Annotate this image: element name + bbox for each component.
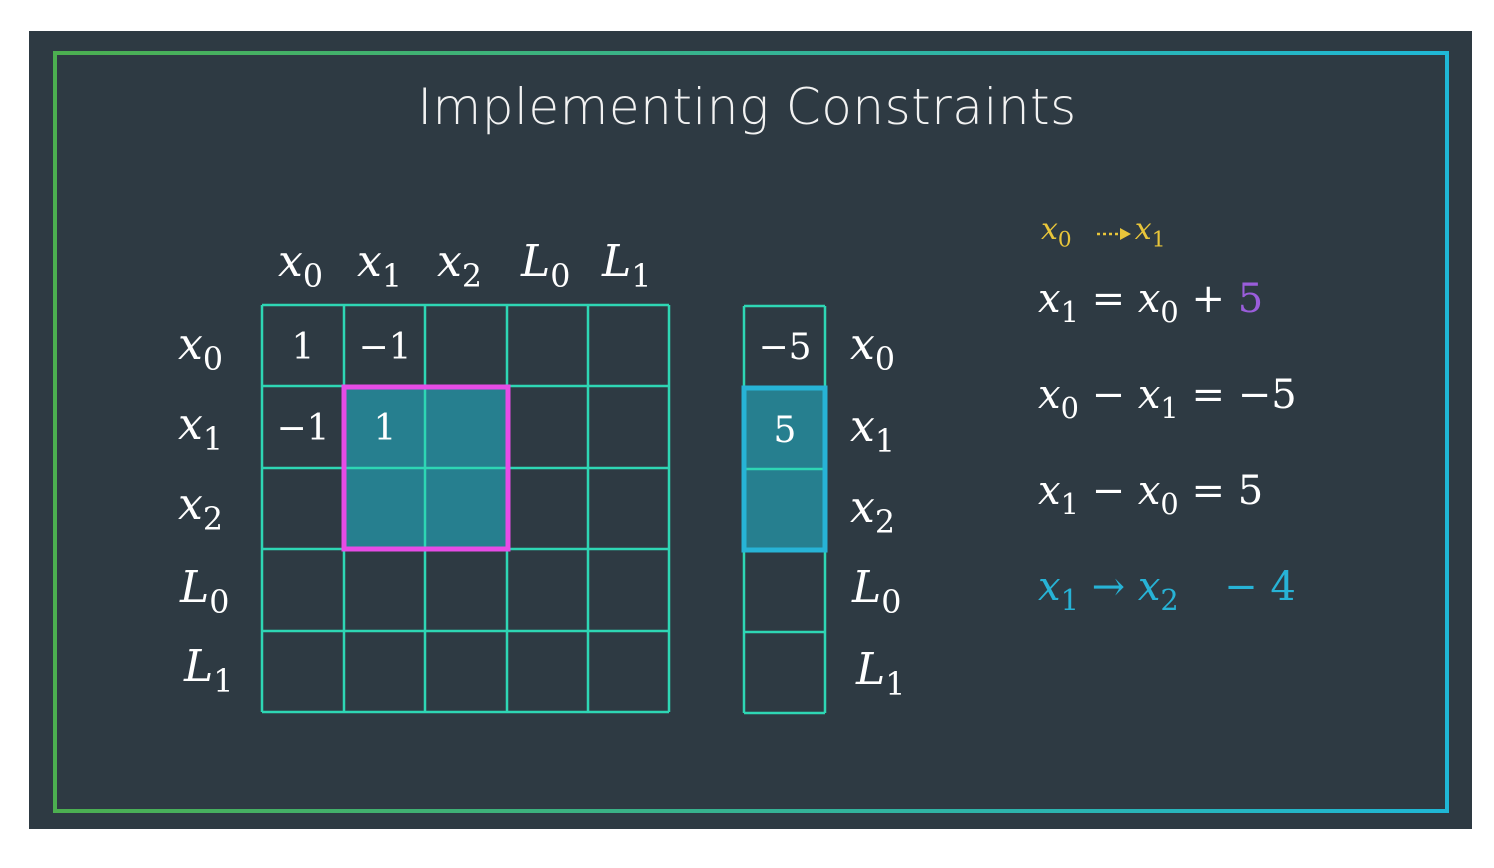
equation-2: x0 − x1 = −5 <box>1038 372 1297 426</box>
vector-cell-r1: 5 <box>773 410 797 451</box>
equation-1: x1 = x0 + 5 <box>1038 276 1264 330</box>
vector-label-x1: x1 <box>850 401 895 461</box>
col-label-x0: x0 <box>278 236 323 296</box>
col-label-x2: x2 <box>437 236 482 296</box>
row-label-x2: x2 <box>178 479 223 539</box>
matrix-cell-r1c1: 1 <box>373 408 397 449</box>
row-label-L1: L1 <box>184 641 234 701</box>
motion-hint: x0 x1 <box>1041 212 1166 253</box>
vector-label-L0: L0 <box>852 562 902 622</box>
matrix-cell-r0c0: 1 <box>291 327 315 368</box>
vector-label-x2: x2 <box>850 482 895 542</box>
row-label-x1: x1 <box>178 399 223 459</box>
col-label-x1: x1 <box>357 236 402 296</box>
vector-cell-r0: −5 <box>758 327 812 368</box>
equation-3: x1 − x0 = 5 <box>1038 468 1264 522</box>
matrix-cell-r0c1: −1 <box>358 327 412 368</box>
row-label-L0: L0 <box>180 562 230 622</box>
matrix-cell-r1c0: −1 <box>276 408 330 449</box>
row-label-x0: x0 <box>178 319 223 379</box>
vector-label-L1: L1 <box>856 644 906 704</box>
vector-label-x0: x0 <box>850 319 895 379</box>
col-label-L0: L0 <box>521 236 571 296</box>
equation-4: x1 → x2 − 4 <box>1038 564 1296 618</box>
col-label-L1: L1 <box>602 236 652 296</box>
